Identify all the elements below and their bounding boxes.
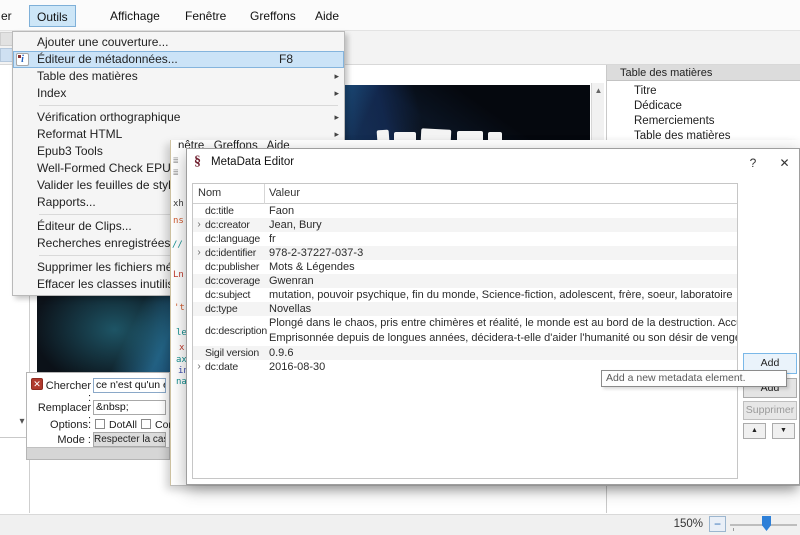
table-row[interactable]: › dc:creator Jean, Bury [193, 218, 737, 232]
submenu-arrow-icon: ▸ [334, 109, 339, 126]
find-panel-footer [27, 447, 169, 459]
metadata-table: Nom Valeur dc:title Faon › dc:creator Je… [192, 183, 738, 479]
menu-item-ajouter-couverture[interactable]: Ajouter une couverture... [13, 34, 344, 51]
menubar: er Outils Affichage Fenêtre Greffons Aid… [0, 0, 800, 30]
table-row[interactable]: dc:language fr [193, 232, 737, 246]
submenu-arrow-icon: ▸ [334, 85, 339, 102]
menu-item-index[interactable]: Index ▸ [13, 85, 344, 102]
find-label: Chercher : [43, 380, 91, 404]
metadata-info-icon: i [16, 53, 29, 66]
move-down-button[interactable]: ▼ [772, 423, 795, 439]
menubar-clipped-item[interactable]: er [1, 5, 12, 27]
expander-icon[interactable]: › [193, 360, 205, 374]
menu-affichage[interactable]: Affichage [103, 5, 167, 27]
expander-icon[interactable]: › [193, 218, 205, 232]
down-arrow-icon: ▼ [780, 427, 787, 434]
toc-item-remerciements[interactable]: Remerciements [607, 114, 800, 129]
table-row[interactable]: Sigil version 0.9.6 [193, 346, 737, 360]
code-fragment: ≣ [173, 156, 178, 166]
table-header: Nom Valeur [193, 184, 737, 204]
sigil-logo-icon: § [194, 154, 208, 170]
code-fragment: xh [173, 199, 184, 209]
table-row[interactable]: dc:title Faon [193, 204, 737, 218]
code-fragment: ns [173, 216, 184, 226]
description-line2: Emprisonnée depuis de longues années, dé… [269, 331, 737, 346]
app-window: er Outils Affichage Fenêtre Greffons Aid… [0, 0, 800, 535]
zoom-level: 150% [648, 518, 703, 530]
toc-item-dedicace[interactable]: Dédicace [607, 99, 800, 114]
replace-input[interactable]: &nbsp; [93, 400, 166, 415]
menu-outils[interactable]: Outils [29, 5, 76, 27]
code-fragment: 't [174, 303, 185, 313]
mode-select[interactable]: Respecter la casse [93, 432, 166, 447]
table-row-description[interactable]: dc:description Plongé dans le chaos, pri… [193, 316, 737, 346]
code-fragment: // [172, 240, 183, 250]
menu-aide[interactable]: Aide [308, 5, 346, 27]
tooltip: Add a new metadata element. [601, 370, 787, 387]
menu-greffons[interactable]: Greffons [243, 5, 303, 27]
toc-item-titre[interactable]: Titre [607, 84, 800, 99]
help-button[interactable]: ? [739, 152, 767, 174]
scroll-up-icon[interactable]: ▲ [592, 85, 605, 97]
code-fragment: x [179, 343, 184, 353]
column-header-valeur[interactable]: Valeur [269, 187, 300, 199]
zoom-slider-tick [733, 528, 734, 531]
dialog-title: MetaData Editor [211, 156, 294, 168]
menu-shortcut-f8: F8 [279, 51, 293, 68]
column-divider[interactable] [264, 184, 265, 204]
table-row[interactable]: dc:type Novellas [193, 302, 737, 316]
correspondance-checkbox[interactable] [141, 419, 151, 429]
menu-item-table-des-matieres[interactable]: Table des matières ▸ [13, 68, 344, 85]
table-row[interactable]: dc:publisher Mots & Légendes [193, 260, 737, 274]
find-replace-panel: ✕ Chercher : ce n'est qu'un enfant Rempl… [26, 372, 170, 460]
mode-label: Mode : [43, 434, 91, 446]
table-row[interactable]: dc:coverage Gwenran [193, 274, 737, 288]
delete-button[interactable]: Supprimer [743, 401, 797, 420]
close-icon[interactable]: ✕ [31, 378, 43, 390]
submenu-arrow-icon: ▸ [334, 68, 339, 85]
close-icon[interactable]: ✕ [771, 152, 798, 174]
code-fragment: ≣ [173, 168, 178, 178]
toc-panel-header: Table des matières [607, 65, 800, 81]
dotall-checkbox[interactable] [95, 419, 105, 429]
second-window-menubar-fragment: nêtre Greffons Aide [178, 140, 290, 148]
find-input[interactable]: ce n'est qu'un enfant [93, 378, 166, 393]
table-row[interactable]: › dc:identifier 978-2-37227-037-3 [193, 246, 737, 260]
menu-fenetre[interactable]: Fenêtre [178, 5, 233, 27]
column-header-nom[interactable]: Nom [198, 187, 221, 199]
up-arrow-icon: ▲ [751, 427, 758, 434]
zoom-out-button[interactable]: − [709, 516, 726, 532]
description-line1: Plongé dans le chaos, pris entre chimère… [269, 316, 737, 331]
table-row[interactable]: dc:subject mutation, pouvoir psychique, … [193, 288, 737, 302]
menu-separator [39, 105, 338, 106]
menu-item-verification-orthographique[interactable]: Vérification orthographique ▸ [13, 109, 344, 126]
metadata-editor-dialog: § MetaData Editor ? ✕ Nom Valeur dc:titl… [186, 148, 800, 485]
zoom-slider-handle[interactable] [762, 516, 771, 531]
expander-icon[interactable]: › [193, 246, 205, 260]
dotall-label: DotAll [109, 419, 137, 431]
move-up-button[interactable]: ▲ [743, 423, 766, 439]
options-label: Options: [43, 419, 91, 431]
code-fragment: Ln [173, 270, 184, 280]
statusbar: 150% − [0, 514, 800, 535]
menu-item-editeur-metadonnees[interactable]: i Éditeur de métadonnées... F8 [13, 51, 344, 68]
